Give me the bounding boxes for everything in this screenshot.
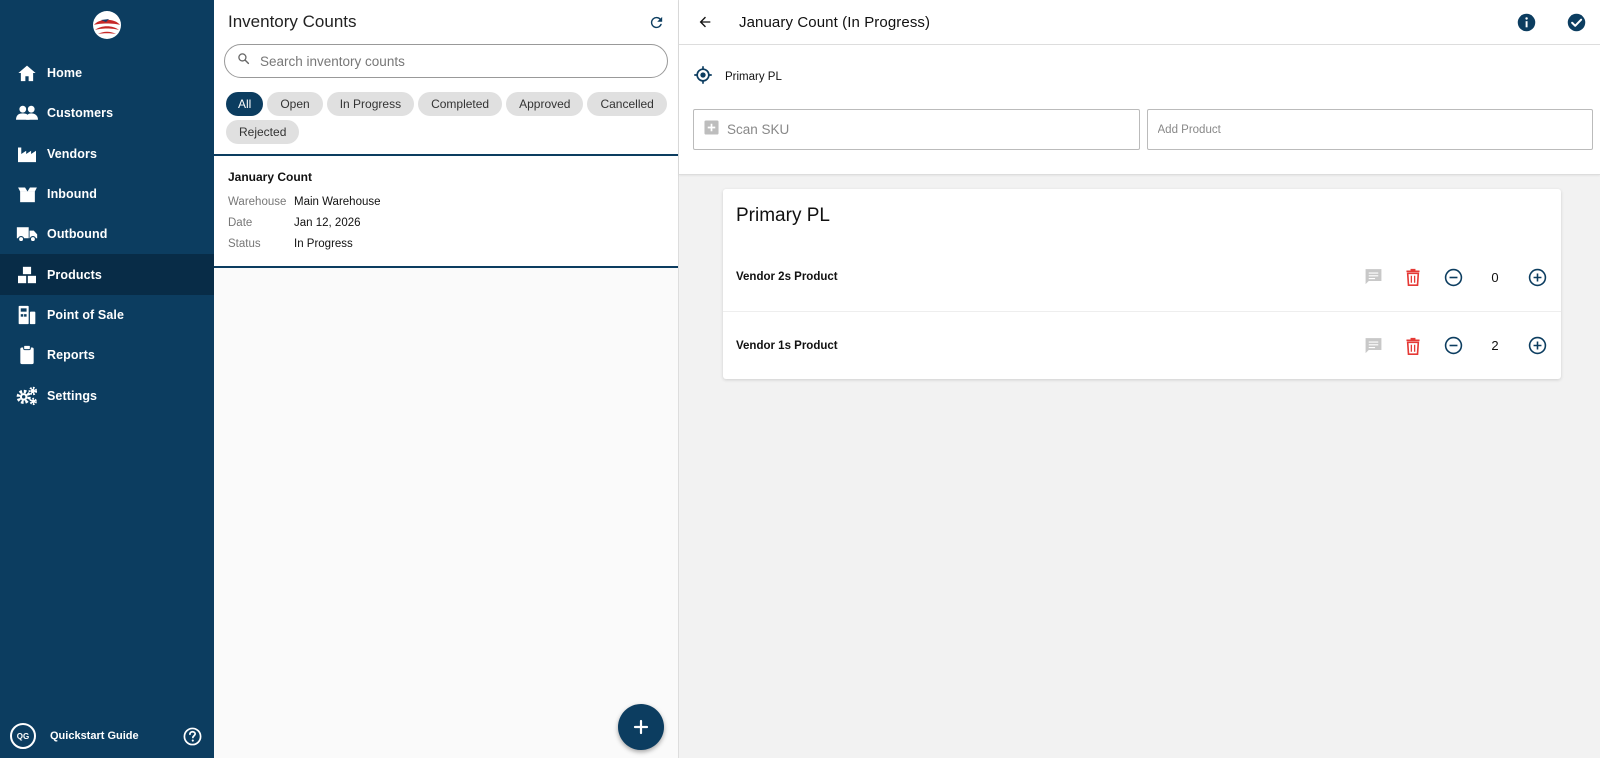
list-header: Inventory Counts AllOpenIn ProgressCompl… bbox=[214, 0, 678, 156]
sidebar-item-outbound[interactable]: Outbound bbox=[0, 214, 214, 254]
sidebar-item-label: Inbound bbox=[47, 187, 97, 202]
field-label: Date bbox=[228, 216, 253, 229]
sidebar-nav: Home Customers Vendors Inbound Outbound … bbox=[0, 53, 214, 416]
sidebar-item-reports[interactable]: Reports bbox=[0, 335, 214, 375]
complete-check-icon[interactable] bbox=[1564, 10, 1588, 34]
sidebar-item-vendors[interactable]: Vendors bbox=[0, 134, 214, 174]
count-card-field: Date Jan 12, 2026 bbox=[228, 212, 664, 233]
sidebar-item-label: Settings bbox=[47, 388, 98, 403]
help-icon[interactable] bbox=[182, 726, 202, 746]
location-target-icon[interactable] bbox=[693, 65, 713, 90]
add-count-button[interactable] bbox=[618, 704, 664, 750]
scan-sku-input[interactable] bbox=[727, 122, 1129, 137]
clipboard-icon bbox=[16, 344, 38, 366]
home-icon bbox=[16, 62, 38, 84]
count-card-field: Warehouse Main Warehouse bbox=[228, 191, 664, 212]
count-list: January Count Warehouse Main Warehouse D… bbox=[214, 156, 678, 268]
field-value: Main Warehouse bbox=[294, 195, 381, 208]
product-actions: 2 bbox=[1363, 336, 1547, 356]
product-name: Vendor 2s Product bbox=[736, 271, 838, 283]
location-section-card: Primary PL Vendor 2s Product 0 Vendor 1s… bbox=[723, 189, 1561, 379]
quickstart-guide-link[interactable]: Quickstart Guide bbox=[50, 730, 182, 742]
sidebar-item-label: Customers bbox=[47, 106, 114, 121]
sidebar-item-label: Home bbox=[47, 66, 83, 81]
filter-chip-all[interactable]: All bbox=[226, 92, 264, 116]
sidebar-item-customers[interactable]: Customers bbox=[0, 93, 214, 133]
sidebar-item-label: Vendors bbox=[47, 146, 98, 161]
filter-chip-rejected[interactable]: Rejected bbox=[226, 120, 300, 144]
sidebar-item-home[interactable]: Home bbox=[0, 53, 214, 93]
count-card-title: January Count bbox=[228, 170, 313, 184]
sidebar-item-label: Point of Sale bbox=[47, 307, 125, 322]
register-icon bbox=[16, 304, 38, 326]
scan-sku-field bbox=[693, 109, 1140, 150]
detail-title: January Count (In Progress) bbox=[739, 13, 931, 31]
product-rows: Vendor 2s Product 0 Vendor 1s Product 2 bbox=[723, 243, 1561, 379]
open-box-icon bbox=[16, 183, 38, 205]
filter-chip-in-progress[interactable]: In Progress bbox=[326, 92, 415, 116]
quantity-value: 2 bbox=[1491, 338, 1499, 353]
sidebar-item-products[interactable]: Products bbox=[0, 254, 214, 295]
sidebar-item-label: Products bbox=[47, 267, 102, 282]
add-square-icon bbox=[704, 119, 719, 140]
decrement-icon[interactable] bbox=[1443, 336, 1463, 356]
sidebar-item-inbound[interactable]: Inbound bbox=[0, 174, 214, 214]
section-title: Primary PL bbox=[736, 205, 830, 226]
quantity-value: 0 bbox=[1491, 269, 1499, 285]
trash-icon[interactable] bbox=[1403, 267, 1423, 287]
search-icon bbox=[237, 52, 250, 70]
list-title: Inventory Counts bbox=[228, 12, 357, 31]
detail-header: January Count (In Progress) bbox=[679, 0, 1600, 45]
increment-icon[interactable] bbox=[1527, 267, 1547, 287]
sidebar-item-settings[interactable]: Settings bbox=[0, 375, 214, 415]
sidebar-item-label: Outbound bbox=[47, 227, 108, 242]
add-product-input[interactable] bbox=[1157, 123, 1582, 136]
location-row: Primary PL bbox=[679, 45, 1600, 109]
filter-chip-cancelled[interactable]: Cancelled bbox=[587, 92, 667, 116]
location-label: Primary PL bbox=[725, 71, 782, 83]
entry-fields bbox=[679, 109, 1600, 150]
trash-icon[interactable] bbox=[1403, 336, 1423, 356]
eagle-logo[interactable] bbox=[0, 0, 214, 48]
search-input[interactable] bbox=[260, 53, 655, 69]
filter-chip-completed[interactable]: Completed bbox=[418, 92, 503, 116]
product-row: Vendor 1s Product 2 bbox=[723, 311, 1561, 379]
comment-icon[interactable] bbox=[1363, 267, 1383, 287]
add-product-field bbox=[1146, 109, 1593, 150]
sidebar: Home Customers Vendors Inbound Outbound … bbox=[0, 0, 214, 758]
gears-icon bbox=[16, 385, 38, 407]
people-icon bbox=[16, 102, 38, 124]
info-icon[interactable] bbox=[1514, 10, 1538, 34]
field-label: Warehouse bbox=[228, 195, 287, 208]
count-detail-panel: January Count (In Progress) Primary PL S… bbox=[679, 0, 1600, 758]
filter-chip-approved[interactable]: Approved bbox=[506, 92, 584, 116]
back-arrow-icon[interactable] bbox=[693, 10, 717, 34]
inventory-counts-panel: Inventory Counts AllOpenIn ProgressCompl… bbox=[214, 0, 679, 758]
boxes-icon bbox=[16, 264, 38, 286]
count-card-field: Status In Progress bbox=[228, 233, 664, 254]
filter-chip-open[interactable]: Open bbox=[267, 92, 323, 116]
truck-icon bbox=[16, 223, 38, 245]
refresh-icon[interactable] bbox=[646, 12, 666, 32]
factory-icon bbox=[16, 143, 38, 165]
product-row: Vendor 2s Product 0 bbox=[723, 243, 1561, 311]
field-value: In Progress bbox=[294, 237, 353, 250]
detail-top: January Count (In Progress) Primary PL bbox=[679, 0, 1600, 175]
count-card[interactable]: January Count Warehouse Main Warehouse D… bbox=[214, 156, 678, 268]
sidebar-footer: QG Quickstart Guide bbox=[10, 722, 202, 750]
decrement-icon[interactable] bbox=[1443, 267, 1463, 287]
sidebar-item-label: Reports bbox=[47, 348, 95, 363]
comment-icon[interactable] bbox=[1363, 336, 1383, 356]
sidebar-item-point-of-sale[interactable]: Point of Sale bbox=[0, 295, 214, 335]
field-value: Jan 12, 2026 bbox=[294, 216, 361, 229]
quickstart-badge[interactable]: QG bbox=[10, 723, 36, 749]
status-filters: All Open In Progress Completed Approved Cance… bbox=[224, 92, 668, 144]
search-box bbox=[224, 44, 668, 78]
field-label: Status bbox=[228, 237, 261, 250]
product-actions: 0 bbox=[1363, 267, 1547, 287]
increment-icon[interactable] bbox=[1527, 336, 1547, 356]
product-name: Vendor 1s Product bbox=[736, 339, 838, 352]
